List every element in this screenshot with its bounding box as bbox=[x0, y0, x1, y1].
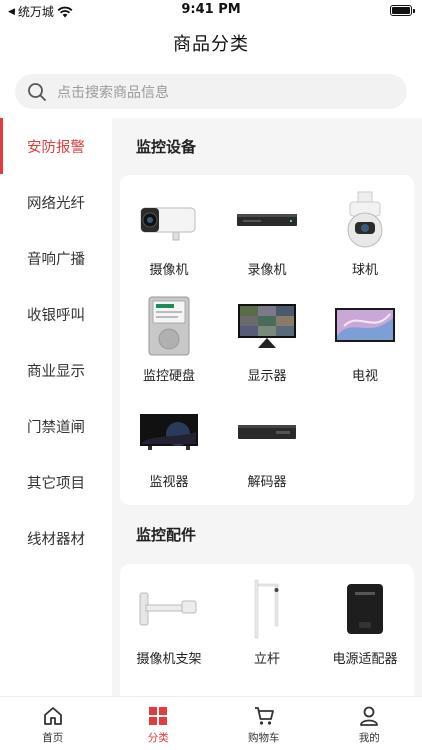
search-icon bbox=[28, 82, 46, 101]
product-item-camera[interactable]: 摄像机 bbox=[120, 189, 218, 295]
product-item-label: 立杆 bbox=[253, 652, 280, 667]
bullet-camera-icon bbox=[137, 189, 201, 251]
product-item-dome-camera[interactable]: 球机 bbox=[316, 189, 414, 295]
product-panel: 监控设备 摄像机 录像机 球机 监控硬盘 显示器 电视 监视器 解码器 监控配件… bbox=[112, 118, 422, 696]
product-card: 摄像机支架 立杆 电源适配器 bbox=[120, 564, 414, 696]
product-item-label: 监视器 bbox=[149, 475, 189, 490]
section-monitoring-accessories: 监控配件 摄像机支架 立杆 电源适配器 bbox=[112, 520, 422, 696]
section-monitoring-equipment: 监控设备 摄像机 录像机 球机 监控硬盘 显示器 电视 监视器 解码器 bbox=[112, 132, 422, 505]
product-item-camera-bracket[interactable]: 摄像机支架 bbox=[120, 578, 218, 684]
section-title: 监控配件 bbox=[136, 525, 197, 544]
product-item-label: 摄像机支架 bbox=[136, 652, 202, 667]
product-item-power-adapter[interactable]: 电源适配器 bbox=[316, 578, 414, 684]
product-item-surveillance-monitor[interactable]: 监视器 bbox=[120, 401, 218, 507]
pole-icon bbox=[235, 578, 299, 640]
sidebar-item-label: 网络光纤 bbox=[27, 195, 85, 212]
page-title: 商品分类 bbox=[173, 34, 249, 55]
product-item-label: 监控硬盘 bbox=[142, 369, 195, 384]
product-item-label: 球机 bbox=[351, 263, 378, 278]
decoder-icon bbox=[235, 401, 299, 463]
sidebar-item-cables-materials[interactable]: 线材器材 bbox=[0, 510, 112, 566]
tab-category[interactable]: 分类 bbox=[106, 697, 212, 750]
category-icon bbox=[149, 707, 168, 725]
nvr-recorder-icon bbox=[235, 189, 299, 251]
cart-icon bbox=[254, 707, 274, 725]
status-bar: ◀ 统万城 9:41 PM bbox=[0, 0, 422, 22]
product-item-decoder[interactable]: 解码器 bbox=[218, 401, 316, 507]
sidebar-item-label: 收银呼叫 bbox=[27, 307, 85, 324]
search-placeholder: 点击搜索商品信息 bbox=[57, 84, 169, 101]
sidebar-item-audio-broadcast[interactable]: 音响广播 bbox=[0, 230, 112, 286]
tab-label: 我的 bbox=[358, 732, 380, 744]
clock: 9:41 PM bbox=[181, 2, 241, 17]
category-content: 安防报警 网络光纤 音响广播 收银呼叫 商业显示 门禁道闸 其它项目 线材器材 … bbox=[0, 118, 422, 696]
category-sidebar: 安防报警 网络光纤 音响广播 收银呼叫 商业显示 门禁道闸 其它项目 线材器材 bbox=[0, 118, 112, 696]
home-icon bbox=[43, 707, 62, 725]
product-item-label: 电源适配器 bbox=[332, 652, 398, 667]
section-title: 监控设备 bbox=[136, 137, 197, 156]
battery-icon bbox=[390, 5, 415, 16]
tab-label: 首页 bbox=[42, 732, 64, 744]
sidebar-item-label: 其它项目 bbox=[27, 475, 85, 492]
product-item-video-recorder[interactable]: 录像机 bbox=[218, 189, 316, 295]
product-item-label: 录像机 bbox=[247, 263, 287, 278]
power-adapter-icon bbox=[333, 578, 397, 640]
hard-disk-icon bbox=[137, 295, 201, 357]
tab-label: 购物车 bbox=[248, 732, 280, 744]
sidebar-item-label: 门禁道闸 bbox=[27, 419, 85, 436]
surveillance-monitor-icon bbox=[137, 401, 201, 463]
monitor-icon bbox=[235, 295, 299, 357]
tab-cart[interactable]: 购物车 bbox=[211, 697, 317, 750]
product-item-label: 显示器 bbox=[247, 369, 287, 384]
sidebar-item-label: 商业显示 bbox=[27, 363, 85, 380]
product-item-label: 电视 bbox=[351, 369, 378, 384]
sidebar-item-network-fiber[interactable]: 网络光纤 bbox=[0, 174, 112, 230]
dome-camera-icon bbox=[333, 189, 397, 251]
product-item-pole[interactable]: 立杆 bbox=[218, 578, 316, 684]
camera-bracket-icon bbox=[137, 578, 201, 640]
product-item-label: 摄像机 bbox=[149, 263, 189, 278]
sidebar-item-label: 安防报警 bbox=[27, 139, 85, 156]
search-input[interactable]: 点击搜索商品信息 bbox=[15, 74, 407, 109]
profile-icon bbox=[360, 706, 379, 726]
sidebar-item-label: 音响广播 bbox=[27, 251, 85, 268]
tab-home[interactable]: 首页 bbox=[0, 697, 106, 750]
sidebar-item-security-alarm[interactable]: 安防报警 bbox=[0, 118, 112, 174]
product-card: 摄像机 录像机 球机 监控硬盘 显示器 电视 监视器 解码器 bbox=[120, 175, 414, 505]
product-item-hard-disk[interactable]: 监控硬盘 bbox=[120, 295, 218, 401]
sidebar-item-label: 线材器材 bbox=[27, 531, 85, 548]
product-item-label: 解码器 bbox=[247, 475, 287, 490]
tab-profile[interactable]: 我的 bbox=[317, 697, 422, 750]
tv-icon bbox=[333, 295, 397, 357]
product-item-display[interactable]: 显示器 bbox=[218, 295, 316, 401]
bottom-tab-bar: 首页 分类 购物车 我的 bbox=[0, 696, 422, 750]
sidebar-item-access-gate[interactable]: 门禁道闸 bbox=[0, 398, 112, 454]
sidebar-item-commercial-display[interactable]: 商业显示 bbox=[0, 342, 112, 398]
sidebar-item-other-projects[interactable]: 其它项目 bbox=[0, 454, 112, 510]
tab-label: 分类 bbox=[147, 732, 169, 744]
product-item-tv[interactable]: 电视 bbox=[316, 295, 414, 401]
sidebar-item-cashier-call[interactable]: 收银呼叫 bbox=[0, 286, 112, 342]
